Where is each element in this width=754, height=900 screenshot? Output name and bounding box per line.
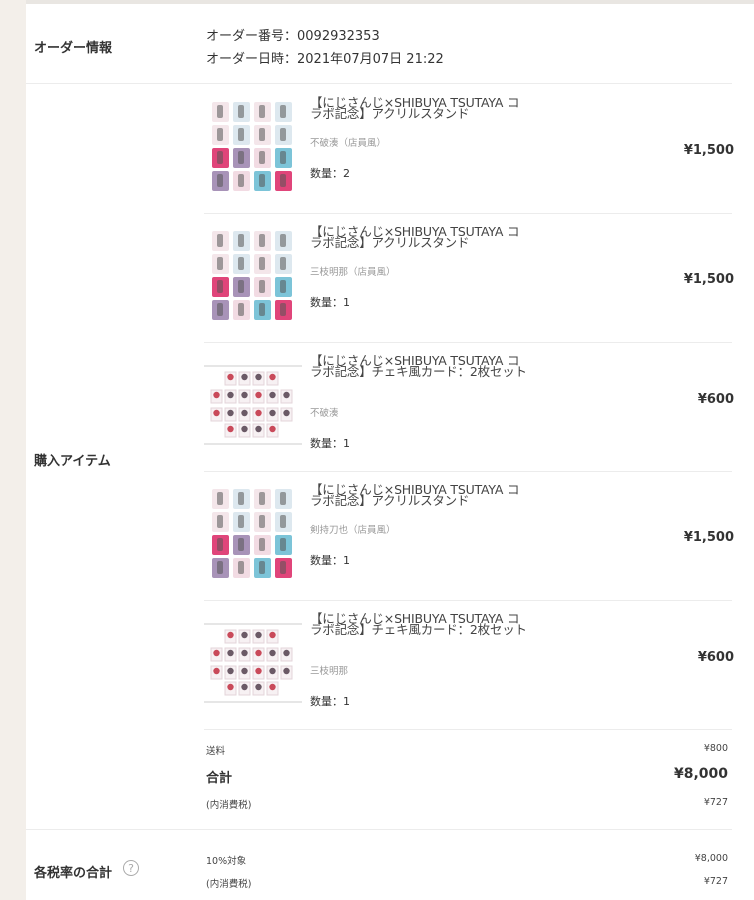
product-variant: 不破湊（店員風） bbox=[310, 138, 387, 149]
product-variant: 三枝明那 bbox=[310, 666, 349, 677]
product-variant: 不破湊 bbox=[310, 408, 339, 419]
rate-tax-label: (内消費税) bbox=[206, 879, 252, 890]
item-row: 【にじさんじ×SHIBUYA TSUTAYA コラボ記念】アクリルスタンド三枝明… bbox=[204, 213, 734, 342]
product-title[interactable]: 【にじさんじ×SHIBUYA TSUTAYA コラボ記念】チェキ風カード：2枚セ… bbox=[310, 612, 530, 636]
total-label: 合計 bbox=[206, 771, 233, 786]
rate-tax-value: ¥727 bbox=[703, 876, 728, 887]
order-detail-panel: オーダー情報 オーダー番号：0092932353 オーダー日時：2021年07月… bbox=[26, 0, 754, 900]
tax-rate-label: 各税率の合計 bbox=[34, 866, 113, 881]
purchased-items-label: 購入アイテム bbox=[34, 454, 111, 469]
product-thumbnail[interactable] bbox=[204, 614, 302, 712]
product-quantity: 数量：1 bbox=[310, 695, 350, 708]
item-row: 【にじさんじ×SHIBUYA TSUTAYA コラボ記念】アクリルスタンド不破湊… bbox=[204, 84, 734, 213]
product-price: ¥1,500 bbox=[683, 143, 734, 158]
item-row: 【にじさんじ×SHIBUYA TSUTAYA コラボ記念】アクリルスタンド剣持刀… bbox=[204, 471, 734, 600]
order-number: オーダー番号：0092932353 bbox=[206, 29, 380, 44]
help-icon[interactable]: ? bbox=[123, 860, 139, 876]
product-thumbnail[interactable] bbox=[204, 356, 302, 454]
item-row: 【にじさんじ×SHIBUYA TSUTAYA コラボ記念】チェキ風カード：2枚セ… bbox=[204, 342, 734, 471]
item-row: 【にじさんじ×SHIBUYA TSUTAYA コラボ記念】チェキ風カード：2枚セ… bbox=[204, 600, 734, 729]
product-price: ¥1,500 bbox=[683, 530, 734, 545]
product-variant: 三枝明那（店員風） bbox=[310, 267, 396, 278]
product-thumbnail[interactable] bbox=[204, 227, 302, 325]
product-thumbnail[interactable] bbox=[204, 485, 302, 583]
shipping-value: ¥800 bbox=[703, 743, 728, 754]
tax-label: (内消費税) bbox=[206, 800, 252, 811]
product-quantity: 数量：1 bbox=[310, 554, 350, 567]
top-bar bbox=[26, 0, 754, 4]
product-price: ¥600 bbox=[697, 650, 734, 665]
shipping-label: 送料 bbox=[206, 746, 226, 757]
product-title[interactable]: 【にじさんじ×SHIBUYA TSUTAYA コラボ記念】アクリルスタンド bbox=[310, 96, 530, 120]
product-title[interactable]: 【にじさんじ×SHIBUYA TSUTAYA コラボ記念】アクリルスタンド bbox=[310, 225, 530, 249]
total-value: ¥8,000 bbox=[673, 766, 728, 782]
item-divider bbox=[204, 729, 732, 730]
product-variant: 剣持刀也（店員風） bbox=[310, 525, 396, 536]
product-quantity: 数量：2 bbox=[310, 167, 350, 180]
product-quantity: 数量：1 bbox=[310, 296, 350, 309]
product-title[interactable]: 【にじさんじ×SHIBUYA TSUTAYA コラボ記念】アクリルスタンド bbox=[310, 483, 530, 507]
rate-label: 10%対象 bbox=[206, 856, 247, 867]
product-price: ¥1,500 bbox=[683, 272, 734, 287]
order-date: オーダー日時：2021年07月07日 21:22 bbox=[206, 52, 444, 67]
tax-value: ¥727 bbox=[703, 797, 728, 808]
product-quantity: 数量：1 bbox=[310, 437, 350, 450]
rate-value: ¥8,000 bbox=[694, 853, 728, 864]
product-thumbnail[interactable] bbox=[204, 98, 302, 196]
divider bbox=[26, 829, 732, 830]
product-price: ¥600 bbox=[697, 392, 734, 407]
order-info-label: オーダー情報 bbox=[34, 41, 113, 56]
product-title[interactable]: 【にじさんじ×SHIBUYA TSUTAYA コラボ記念】チェキ風カード：2枚セ… bbox=[310, 354, 530, 378]
